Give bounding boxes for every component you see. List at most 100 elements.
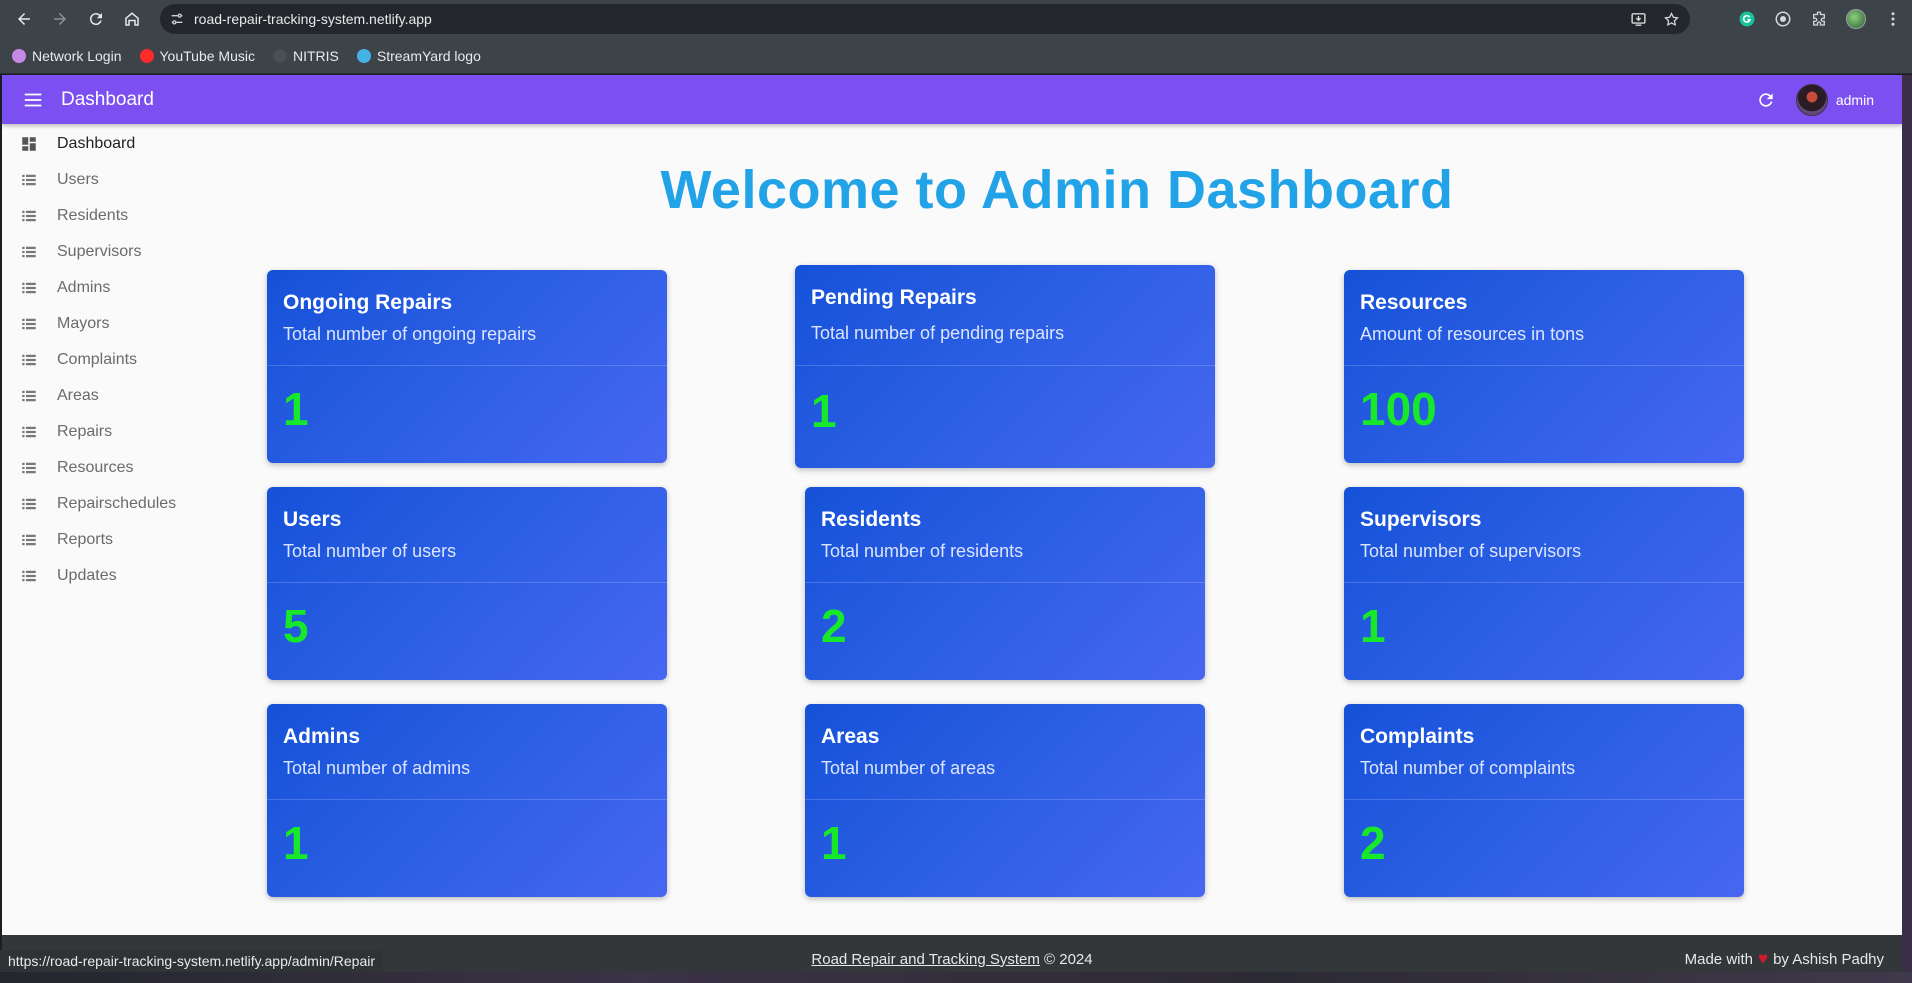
card-subtitle: Total number of areas [821, 758, 996, 778]
card-subtitle: Total number of residents [821, 541, 1024, 561]
card-subtitle: Total number of admins [283, 758, 471, 778]
stat-card-areas[interactable]: Areas Total number of areas 1 [805, 704, 1205, 897]
desktop-background-strip [0, 972, 1912, 983]
bookmark-label: StreamYard logo [376, 47, 481, 64]
home-button[interactable] [114, 0, 150, 38]
stat-card-supervisors[interactable]: Supervisors Total number of supervisors … [1344, 487, 1744, 680]
card-divider [805, 582, 1205, 583]
sidebar-item-supervisors[interactable]: Supervisors [2, 234, 212, 270]
list-icon [20, 531, 38, 549]
list-icon [20, 207, 38, 225]
sidebar-item-label: Repairschedules [57, 495, 177, 512]
card-title: Users [283, 508, 342, 531]
back-button[interactable] [6, 0, 42, 38]
sidebar-item-residents[interactable]: Residents [2, 198, 212, 234]
arrow-right-icon [54, 13, 66, 25]
arrow-left-icon [18, 13, 30, 25]
bookmark-nitris[interactable]: NITRIS [272, 48, 339, 64]
umbrella-icon [12, 48, 26, 63]
sidebar-item-repairschedules[interactable]: Repairschedules [2, 486, 212, 522]
sidebar-item-areas[interactable]: Areas [2, 378, 212, 414]
dashboard-icon [20, 135, 38, 153]
card-title: Resources [1360, 291, 1468, 314]
list-icon [20, 459, 38, 477]
refresh-icon [1759, 92, 1773, 107]
card-title: Areas [821, 725, 880, 748]
forward-button[interactable] [42, 0, 78, 38]
profile-avatar-icon[interactable] [1846, 9, 1866, 29]
card-title: Pending Repairs [811, 286, 977, 309]
browser-toolbar: road-repair-tracking-system.netlify.app [0, 0, 1912, 38]
url-text[interactable]: road-repair-tracking-system.netlify.app [194, 11, 432, 27]
refresh-button[interactable] [1752, 86, 1780, 114]
sidebar-item-label: Complaints [57, 351, 138, 368]
bookmark-youtube-music[interactable]: YouTube Music [139, 47, 255, 64]
card-subtitle: Total number of users [283, 541, 457, 561]
list-icon [20, 351, 38, 369]
stat-card-ongoing-repairs[interactable]: Ongoing Repairs Total number of ongoing … [267, 270, 667, 463]
stat-card-users[interactable]: Users Total number of users 5 [267, 487, 667, 680]
user-avatar[interactable] [1795, 83, 1828, 116]
card-value: 100 [1360, 383, 1437, 435]
site-info-icon[interactable] [160, 11, 194, 27]
footer-project-link[interactable]: Road Repair and Tracking System [811, 951, 1039, 968]
stat-card-admins[interactable]: Admins Total number of admins 1 [267, 704, 667, 897]
sidebar-item-label: Supervisors [57, 243, 142, 260]
reload-button[interactable] [78, 0, 114, 38]
sidebar-item-mayors[interactable]: Mayors [2, 306, 212, 342]
more-vert-icon[interactable] [1884, 10, 1902, 28]
stat-card-resources[interactable]: Resources Amount of resources in tons 10… [1344, 270, 1744, 463]
main-content: Welcome to Admin Dashboard Ongoing Repai… [212, 124, 1902, 935]
nitris-icon [272, 48, 287, 63]
user-name[interactable]: admin [1836, 92, 1874, 108]
bookmark-star-icon[interactable] [1663, 11, 1680, 28]
sidebar-item-resources[interactable]: Resources [2, 450, 212, 486]
window-edge [1902, 75, 1912, 972]
card-value: 2 [1360, 817, 1386, 869]
grammarly-icon[interactable] [1738, 10, 1756, 28]
sidebar-item-label: Repairs [57, 423, 113, 440]
sidebar-item-label: Users [57, 171, 99, 188]
card-divider [267, 365, 667, 366]
sidebar-item-reports[interactable]: Reports [2, 522, 212, 558]
sidebar-item-admins[interactable]: Admins [2, 270, 212, 306]
sidebar-item-repairs[interactable]: Repairs [2, 414, 212, 450]
list-icon [20, 495, 38, 513]
list-icon [20, 423, 38, 441]
list-icon [20, 171, 38, 189]
author-text: by Ashish Padhy [1773, 950, 1884, 968]
extension-target-icon[interactable] [1774, 10, 1792, 28]
list-icon [20, 243, 38, 261]
card-divider [795, 365, 1215, 366]
bookmark-network-login[interactable]: Network Login [12, 48, 122, 64]
footer-copyright: © 2024 [1044, 950, 1093, 968]
sidebar-item-updates[interactable]: Updates [2, 558, 212, 594]
card-subtitle: Total number of complaints [1360, 758, 1576, 778]
install-app-icon[interactable] [1630, 11, 1647, 28]
sidebar-item-label: Dashboard [57, 135, 136, 152]
sidebar-item-dashboard[interactable]: Dashboard [2, 126, 212, 162]
footer-credit: Made with ♥ by Ashish Padhy [1685, 949, 1884, 969]
list-icon [20, 387, 38, 405]
made-with-text: Made with [1684, 950, 1753, 968]
sidebar-item-label: Reports [57, 531, 114, 548]
bookmark-label: YouTube Music [159, 47, 255, 64]
card-divider [267, 799, 667, 800]
sidebar-item-label: Residents [57, 207, 129, 224]
sidebar-item-complaints[interactable]: Complaints [2, 342, 212, 378]
menu-button[interactable] [20, 89, 46, 111]
heart-icon: ♥ [1758, 949, 1769, 968]
stat-card-residents[interactable]: Residents Total number of residents 2 [805, 487, 1205, 680]
stat-card-pending-repairs[interactable]: Pending Repairs Total number of pending … [795, 265, 1215, 468]
bookmark-label: Network Login [32, 47, 122, 64]
welcome-heading: Welcome to Admin Dashboard [660, 160, 1454, 220]
stat-card-complaints[interactable]: Complaints Total number of complaints 2 [1344, 704, 1744, 897]
status-bar-url: https://road-repair-tracking-system.netl… [0, 950, 384, 972]
address-bar[interactable]: road-repair-tracking-system.netlify.app [160, 4, 1690, 34]
card-title: Supervisors [1360, 508, 1482, 531]
sidebar-item-users[interactable]: Users [2, 162, 212, 198]
list-icon [20, 279, 38, 297]
bookmark-streamyard[interactable]: StreamYard logo [356, 47, 481, 64]
card-value: 5 [283, 600, 309, 652]
extensions-puzzle-icon[interactable] [1810, 10, 1828, 28]
